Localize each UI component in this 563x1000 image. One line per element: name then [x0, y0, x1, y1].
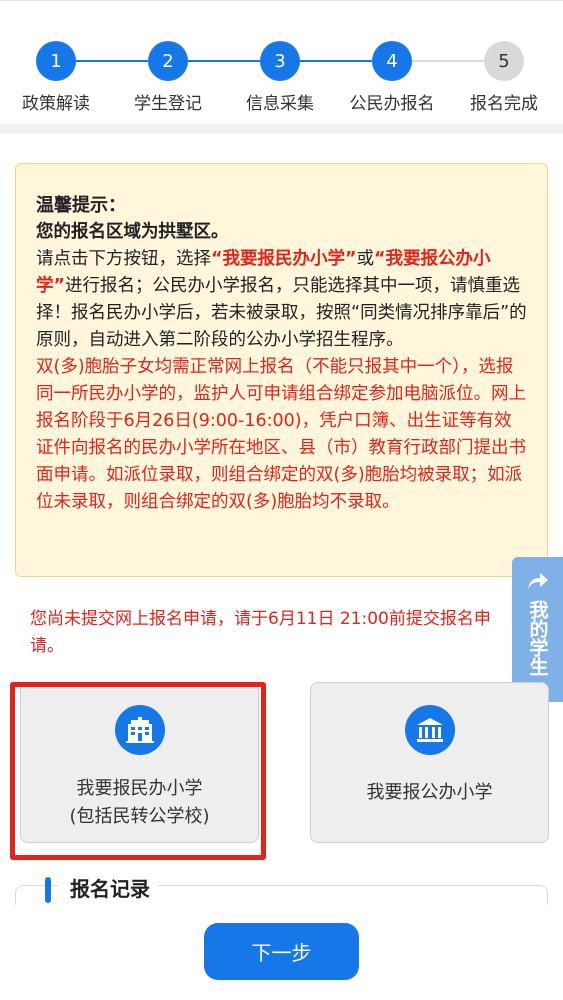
- step-label: 信息采集: [246, 94, 314, 114]
- records-accent-bar: [45, 877, 51, 903]
- highlight-private: “我要报民办小学”: [211, 249, 357, 269]
- notice-zone: 您的报名区域为拱墅区。: [36, 222, 229, 242]
- registration-page: 1 政策解读 2 学生登记 3 信息采集 4 公民办报名 5 报名完成 温馨提示…: [0, 0, 563, 1000]
- notice-title: 温馨提示：: [36, 195, 126, 216]
- my-students-tab[interactable]: 我的学生: [512, 557, 563, 702]
- section-divider: [0, 124, 563, 134]
- step-label: 报名完成: [470, 94, 538, 114]
- public-school-label: 我要报公办小学: [366, 782, 493, 803]
- my-students-label: 我的学生: [526, 600, 549, 676]
- step-label: 政策解读: [22, 94, 90, 114]
- step-number: 5: [484, 41, 524, 81]
- step-number: 2: [148, 41, 188, 81]
- government-building-icon: [404, 705, 455, 755]
- share-arrow-icon: [527, 571, 549, 596]
- step-3: 3 信息采集: [230, 41, 330, 114]
- step-1: 1 政策解读: [6, 41, 106, 114]
- progress-stepper: 1 政策解读 2 学生登记 3 信息采集 4 公民办报名 5 报名完成: [0, 0, 563, 120]
- step-label: 公民办报名: [349, 94, 435, 114]
- step-number: 4: [372, 41, 412, 81]
- deadline-message: 您尚未提交网上报名申请，请于6月11日 21:00前提交报名申请。: [30, 609, 491, 656]
- step-label: 学生登记: [134, 94, 202, 114]
- public-school-button[interactable]: 我要报公办小学: [310, 682, 549, 843]
- notice-twins-warning: 双(多)胞胎子女均需正常网上报名（不能只报其中一个），选报同一所民办小学的，监护…: [36, 357, 526, 512]
- step-number: 3: [260, 41, 300, 81]
- notice-instructions: 请点击下方按钮，选择“我要报民办小学”或“我要报公办小学”进行报名；公民办小学报…: [36, 249, 527, 350]
- step-5: 5 报名完成: [454, 41, 554, 114]
- selection-highlight: [10, 682, 266, 860]
- step-2: 2 学生登记: [118, 41, 218, 114]
- step-4: 4 公民办报名: [342, 41, 442, 114]
- next-step-button[interactable]: 下一步: [204, 923, 359, 980]
- step-number: 1: [36, 41, 76, 81]
- notice-box: 温馨提示： 您的报名区域为拱墅区。 请点击下方按钮，选择“我要报民办小学”或“我…: [15, 163, 548, 577]
- records-title: 报名记录: [58, 873, 158, 902]
